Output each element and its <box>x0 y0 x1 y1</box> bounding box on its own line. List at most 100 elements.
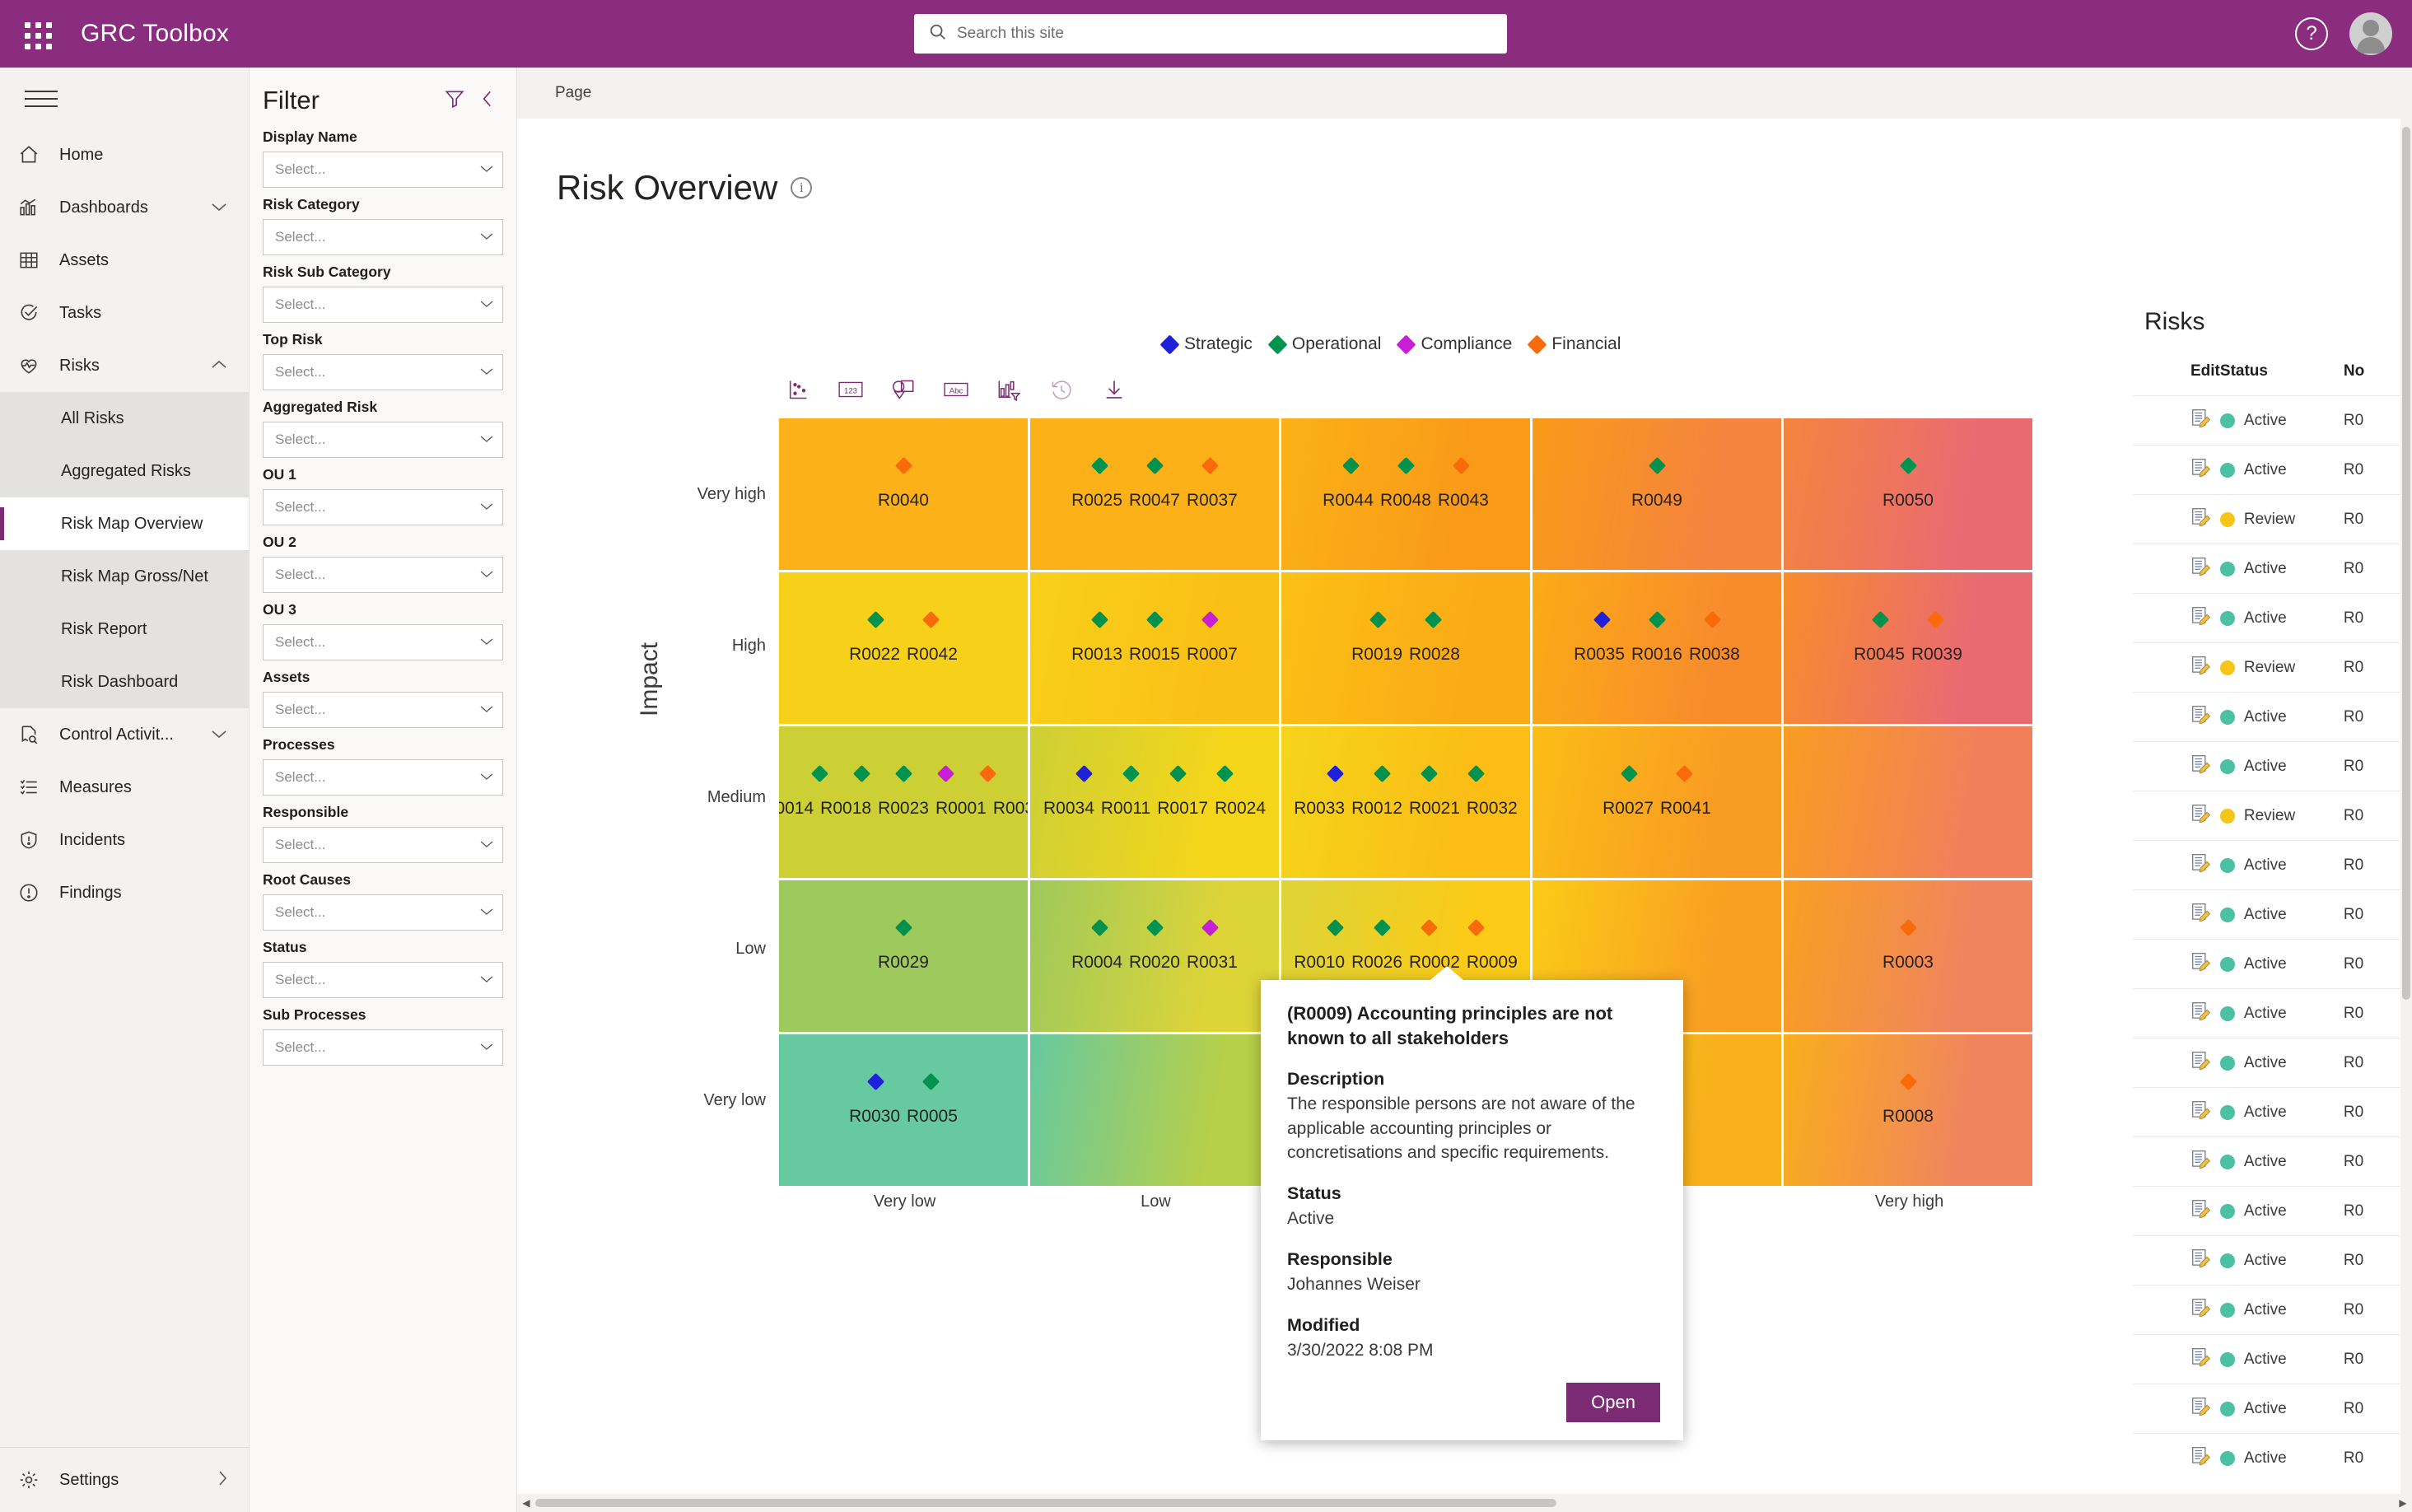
risk-id-label[interactable]: R0014 <box>779 799 814 819</box>
risk-marker-R0018[interactable] <box>852 764 870 783</box>
edit-note-icon[interactable] <box>2190 852 2212 879</box>
table-row[interactable]: Review R0 <box>2133 494 2412 544</box>
risk-marker-R0030[interactable] <box>866 1072 885 1091</box>
risk-id-label[interactable]: R0035 <box>1574 645 1625 665</box>
cell-edit[interactable] <box>2133 1136 2220 1187</box>
column-header-edit[interactable]: Edit <box>2133 354 2220 396</box>
edit-note-icon[interactable] <box>2190 1396 2212 1422</box>
vertical-scrollbar[interactable] <box>2400 119 2412 1497</box>
table-row[interactable]: Active R0 <box>2133 1186 2412 1236</box>
cell-edit[interactable] <box>2133 593 2220 643</box>
risk-marker-R0017[interactable] <box>1169 764 1187 783</box>
table-row[interactable]: Active R0 <box>2133 1334 2412 1384</box>
table-row[interactable]: Active R0 <box>2133 988 2412 1038</box>
edit-note-icon[interactable] <box>2190 655 2212 681</box>
help-icon[interactable]: ? <box>2295 17 2328 50</box>
edit-note-icon[interactable] <box>2190 1445 2212 1472</box>
risk-id-label[interactable]: R0021 <box>1409 799 1460 819</box>
risk-marker-R0033[interactable] <box>1326 764 1345 783</box>
risk-marker-R0037[interactable] <box>1201 456 1219 475</box>
risk-id-label[interactable]: R0032 <box>1467 799 1518 819</box>
sidebar-item-findings[interactable]: Findings <box>0 866 249 919</box>
risk-id-label[interactable]: R0004 <box>1071 953 1122 973</box>
risk-marker-R0049[interactable] <box>1648 456 1666 475</box>
cell-edit[interactable] <box>2133 1433 2220 1483</box>
edit-note-icon[interactable] <box>2190 902 2212 928</box>
table-row[interactable]: Active R0 <box>2133 1136 2412 1187</box>
avatar[interactable] <box>2349 12 2392 55</box>
edit-note-icon[interactable] <box>2190 951 2212 978</box>
sidebar-item-all-risks[interactable]: All Risks <box>0 392 249 445</box>
open-button[interactable]: Open <box>1566 1382 1660 1422</box>
legend-item-operational[interactable]: Operational <box>1267 334 1381 355</box>
cell-edit[interactable] <box>2133 1087 2220 1137</box>
edit-note-icon[interactable] <box>2190 704 2212 730</box>
risk-marker-R0023[interactable] <box>894 764 912 783</box>
cell-edit[interactable] <box>2133 692 2220 742</box>
cell-edit[interactable] <box>2133 395 2220 446</box>
risk-id-label[interactable]: R0012 <box>1351 799 1402 819</box>
risk-id-label[interactable]: R0029 <box>878 953 929 973</box>
download-icon[interactable] <box>1100 377 1128 402</box>
risk-marker-R0039[interactable] <box>1926 610 1945 629</box>
table-row[interactable]: Active R0 <box>2133 1433 2412 1483</box>
matrix-cell[interactable]: R0029 <box>779 880 1028 1032</box>
risk-id-label[interactable]: R0036 <box>993 799 1028 819</box>
risk-id-label[interactable]: R0037 <box>1187 491 1238 511</box>
risk-marker-R0010[interactable] <box>1326 918 1345 937</box>
edit-note-icon[interactable] <box>2190 1297 2212 1323</box>
legend-item-financial[interactable]: Financial <box>1527 334 1621 355</box>
table-row[interactable]: Active R0 <box>2133 1285 2412 1335</box>
cell-edit[interactable] <box>2133 741 2220 791</box>
risk-marker-R0032[interactable] <box>1467 764 1486 783</box>
chevron-left-icon[interactable] <box>477 88 498 114</box>
table-row[interactable]: Active R0 <box>2133 1384 2412 1434</box>
funnel-icon[interactable] <box>444 88 465 114</box>
filter-select[interactable]: Select... <box>263 759 503 796</box>
sidebar-item-tasks[interactable]: Tasks <box>0 287 249 339</box>
risk-id-label[interactable]: R0027 <box>1603 799 1654 819</box>
risk-id-label[interactable]: R0033 <box>1294 799 1345 819</box>
cell-edit[interactable] <box>2133 1038 2220 1088</box>
risk-id-label[interactable]: R0028 <box>1409 645 1460 665</box>
table-row[interactable]: Active R0 <box>2133 889 2412 940</box>
risk-id-label[interactable]: R0050 <box>1882 491 1934 511</box>
matrix-cell[interactable]: R0013 R0015 R0007 <box>1030 572 1279 724</box>
risk-marker-R0042[interactable] <box>921 610 940 629</box>
cell-edit[interactable] <box>2133 544 2220 594</box>
risk-marker-R0011[interactable] <box>1122 764 1141 783</box>
risk-marker-R0036[interactable] <box>978 764 996 783</box>
risk-id-label[interactable]: R0017 <box>1157 799 1208 819</box>
risk-id-label[interactable]: R0043 <box>1438 491 1489 511</box>
risk-marker-R0004[interactable] <box>1090 918 1108 937</box>
risk-id-label[interactable]: R0003 <box>1882 953 1934 973</box>
cell-edit[interactable] <box>2133 840 2220 890</box>
matrix-cell[interactable]: R0040 <box>779 418 1028 570</box>
sidebar-item-incidents[interactable]: Incidents <box>0 814 249 866</box>
sidebar-item-risk-map-gross-net[interactable]: Risk Map Gross/Net <box>0 550 249 603</box>
risk-marker-R0005[interactable] <box>921 1072 940 1091</box>
vertical-scrollbar-thumb[interactable] <box>2402 127 2410 1000</box>
sidebar-item-risk-map-overview[interactable]: Risk Map Overview <box>0 497 249 550</box>
sidebar-item-assets[interactable]: Assets <box>0 234 249 287</box>
matrix-cell[interactable]: R0008 <box>1784 1034 2032 1186</box>
risk-id-label[interactable]: R0020 <box>1129 953 1180 973</box>
chevron-down-icon[interactable] <box>479 366 494 379</box>
edit-note-icon[interactable] <box>2190 457 2212 483</box>
risk-id-label[interactable]: R0048 <box>1380 491 1431 511</box>
risk-marker-R0040[interactable] <box>894 456 912 475</box>
risk-marker-R0025[interactable] <box>1090 456 1108 475</box>
risk-marker-R0009[interactable] <box>1467 918 1486 937</box>
cell-edit[interactable] <box>2133 1285 2220 1335</box>
matrix-cell[interactable]: R0019 R0028 <box>1281 572 1530 724</box>
risk-id-label[interactable]: R0041 <box>1660 799 1711 819</box>
risk-marker-R0048[interactable] <box>1397 456 1415 475</box>
table-row[interactable]: Active R0 <box>2133 1235 2412 1286</box>
edit-note-icon[interactable] <box>2190 1346 2212 1373</box>
cell-edit[interactable] <box>2133 791 2220 841</box>
edit-note-icon[interactable] <box>2190 605 2212 632</box>
table-row[interactable]: Active R0 <box>2133 1087 2412 1137</box>
risk-id-label[interactable]: R0007 <box>1187 645 1238 665</box>
risk-marker-R0016[interactable] <box>1648 610 1666 629</box>
risk-id-label[interactable]: R0022 <box>849 645 900 665</box>
